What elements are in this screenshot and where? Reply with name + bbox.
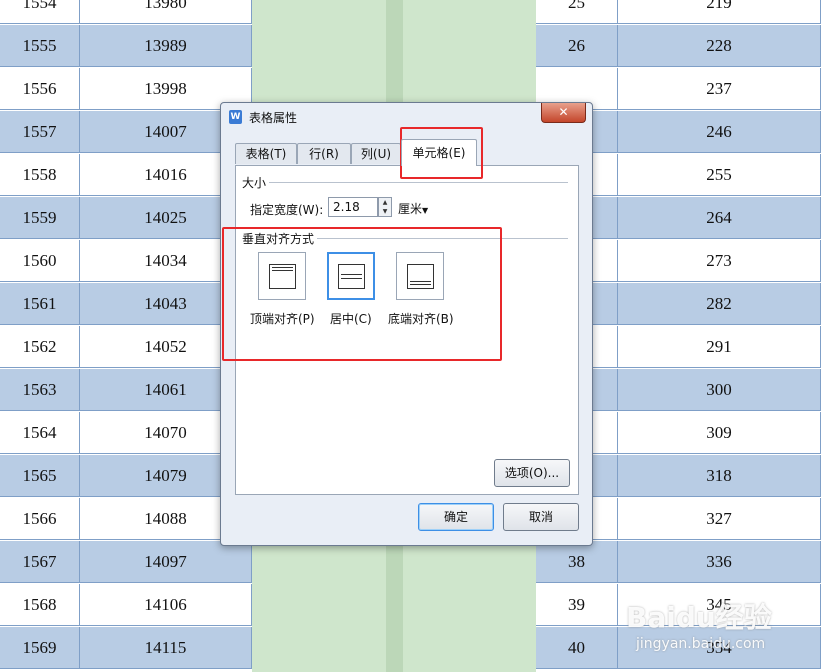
table-cell[interactable]: 1557 [0,111,80,153]
table-cell[interactable]: 40 [536,627,618,669]
unit-value: 厘米 [398,202,423,216]
table-row[interactable]: 1555 13989 26 228 [0,25,821,68]
table-row[interactable]: 1567 14097 38 336 [0,541,821,584]
options-button[interactable]: 选项(O)... [494,459,570,487]
table-cell[interactable]: 1555 [0,25,80,67]
table-cell[interactable]: 1566 [0,498,80,540]
table-cell[interactable]: 219 [618,0,821,24]
cancel-button[interactable]: 取消 [503,503,579,531]
table-cell[interactable]: 13989 [80,25,252,67]
table-cell[interactable]: 1563 [0,369,80,411]
table-cell[interactable]: 318 [618,455,821,497]
table-cell[interactable]: 1569 [0,627,80,669]
table-cell[interactable]: 327 [618,498,821,540]
watermark-brand: Baidu经验 [626,601,772,634]
table-cell[interactable]: 1559 [0,197,80,239]
table-row[interactable]: 1554 13980 25 219 [0,0,821,25]
table-cell[interactable]: 255 [618,154,821,196]
table-cell[interactable]: 264 [618,197,821,239]
table-cell[interactable]: 26 [536,25,618,67]
table-cell[interactable]: 1565 [0,455,80,497]
table-cell[interactable]: 273 [618,240,821,282]
table-cell[interactable]: 1558 [0,154,80,196]
table-cell[interactable]: 1561 [0,283,80,325]
spin-up-icon[interactable]: ▲ [379,198,391,207]
size-section-divider [242,182,568,183]
table-cell[interactable]: 1564 [0,412,80,454]
width-label: 指定宽度(W): [250,203,324,217]
wps-writer-icon: W [229,110,242,124]
table-cell[interactable]: 1567 [0,541,80,583]
tab-row[interactable]: 行(R) [297,143,351,164]
table-cell[interactable]: 246 [618,111,821,153]
table-cell[interactable]: 25 [536,0,618,24]
table-cell[interactable]: 1554 [0,0,80,24]
table-cell[interactable]: 14097 [80,541,252,583]
dropdown-arrow-icon: ▼ [422,206,429,215]
dialog-title: 表格属性 [249,111,298,125]
ok-button[interactable]: 确定 [418,503,494,531]
width-input[interactable]: 2.18 [328,197,378,217]
spin-down-icon[interactable]: ▼ [379,207,391,216]
tab-cell[interactable]: 单元格(E) [401,139,477,166]
table-cell[interactable]: 14115 [80,627,252,669]
size-section-label: 大小 [242,174,270,191]
close-button[interactable]: ✕ [541,103,586,123]
table-cell[interactable]: 291 [618,326,821,368]
valign-highlight [222,227,502,361]
tab-column[interactable]: 列(U) [351,143,401,164]
table-cell[interactable]: 1560 [0,240,80,282]
table-cell[interactable]: 336 [618,541,821,583]
table-cell[interactable]: 39 [536,584,618,626]
unit-dropdown[interactable]: 厘米▼ [398,200,428,217]
table-cell[interactable]: 1568 [0,584,80,626]
table-cell[interactable]: 228 [618,25,821,67]
table-cell[interactable]: 13980 [80,0,252,24]
table-cell[interactable]: 300 [618,369,821,411]
table-cell[interactable]: 38 [536,541,618,583]
table-cell[interactable]: 14106 [80,584,252,626]
table-cell[interactable]: 282 [618,283,821,325]
watermark-url: jingyan.baidu.com [636,636,766,652]
table-cell[interactable]: 237 [618,68,821,110]
table-cell[interactable]: 1556 [0,68,80,110]
table-cell[interactable]: 1562 [0,326,80,368]
width-spinner[interactable]: ▲ ▼ [378,197,392,217]
tab-table[interactable]: 表格(T) [235,143,297,164]
table-cell[interactable]: 309 [618,412,821,454]
